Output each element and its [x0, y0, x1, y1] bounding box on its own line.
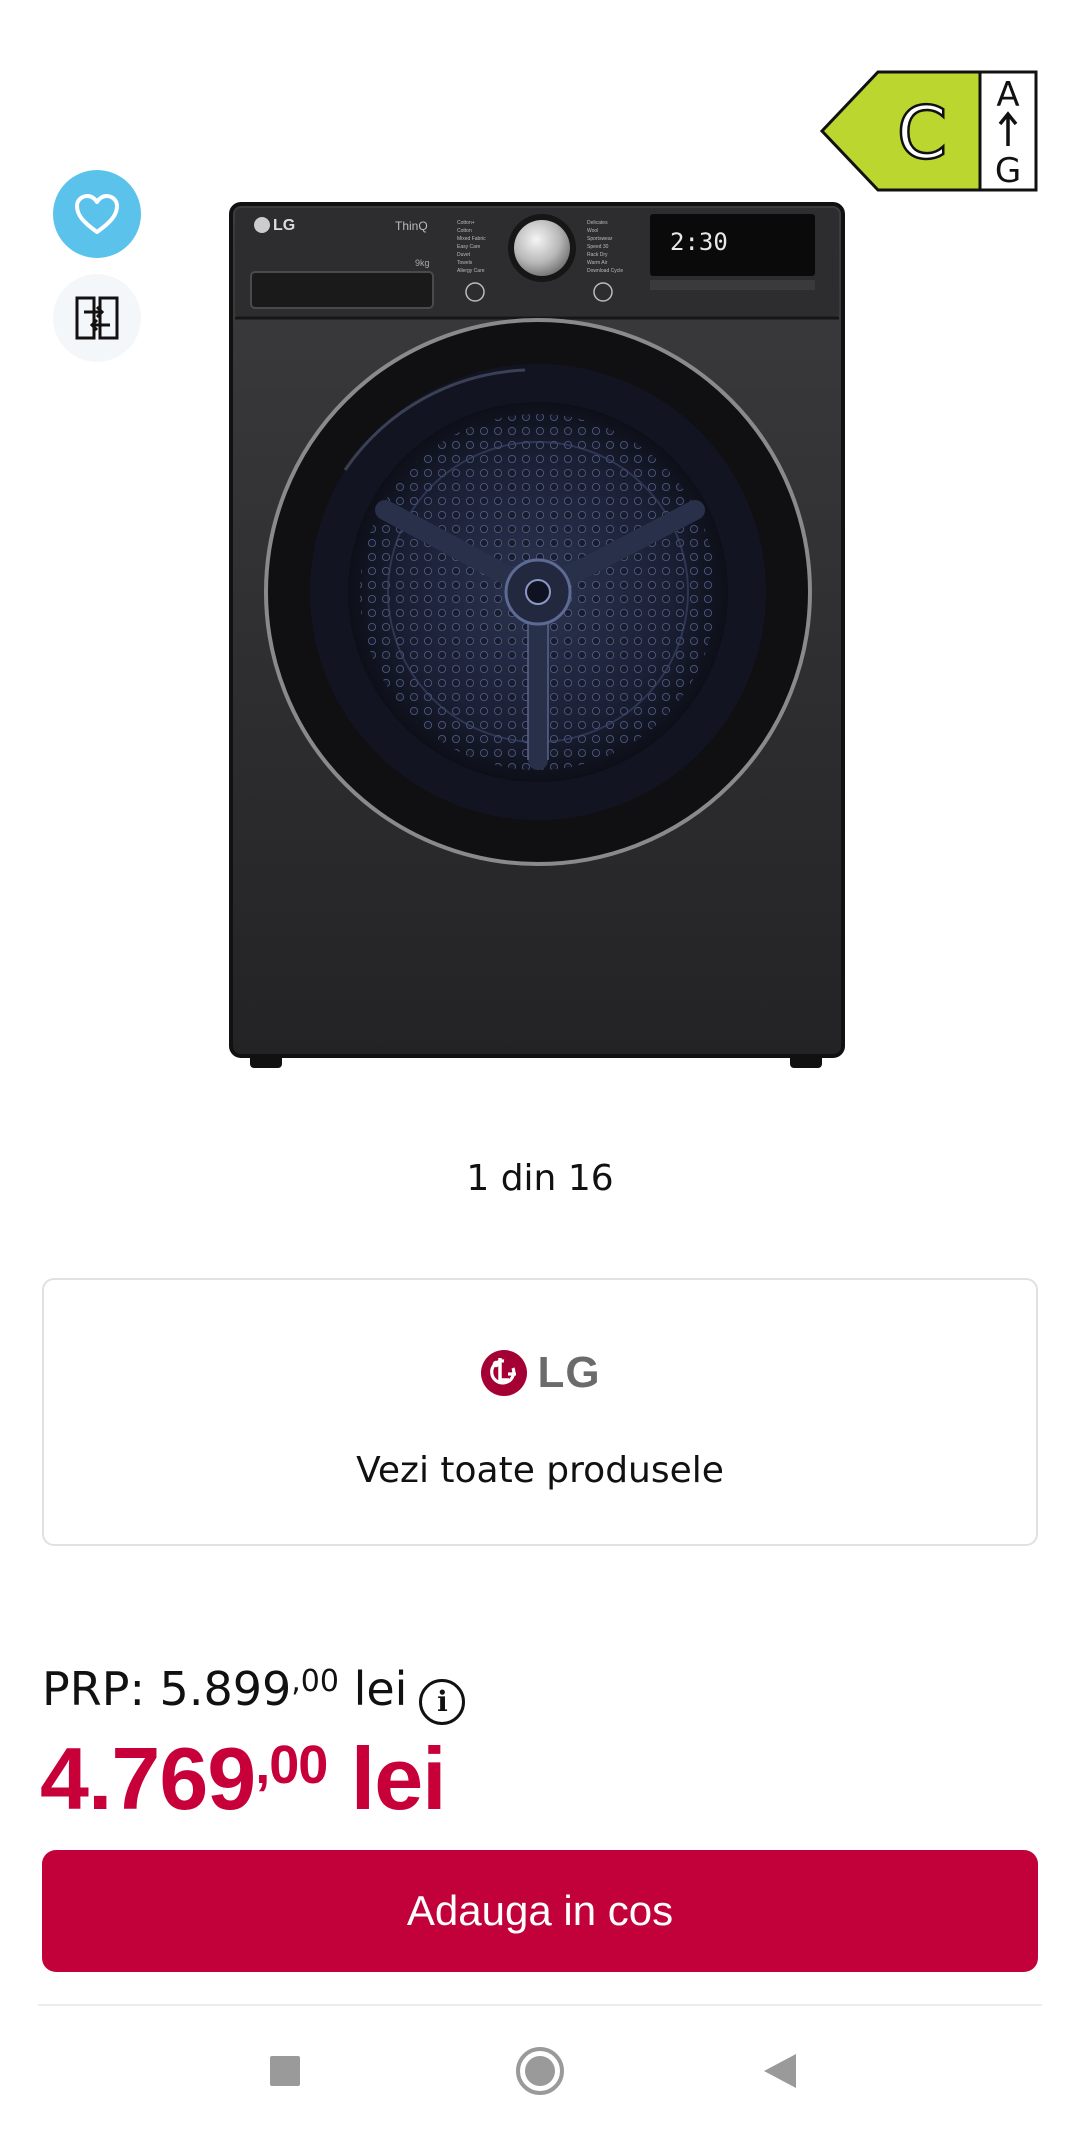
svg-text:Wool: Wool [587, 228, 598, 234]
energy-class-label[interactable]: C A G [819, 70, 1040, 192]
square-icon [270, 2055, 300, 2086]
current-price: 4.769,00 lei [40, 1728, 447, 1830]
price-amount: 4.769 [40, 1729, 256, 1828]
energy-class: C [897, 91, 947, 175]
svg-text:Towels: Towels [457, 260, 473, 266]
gallery-pager: 1 din 16 [466, 1158, 614, 1199]
svg-text:Easy Care: Easy Care [457, 244, 481, 250]
heart-icon [75, 194, 119, 234]
svg-text:Sportswear: Sportswear [587, 236, 613, 242]
svg-text:Delicates: Delicates [587, 220, 608, 226]
svg-text:Warm Air: Warm Air [587, 260, 608, 266]
add-to-cart-button[interactable]: Adauga in cos [42, 1850, 1038, 1972]
svg-text:Duvet: Duvet [457, 252, 471, 258]
energy-scale-top: A [996, 75, 1019, 115]
product-image[interactable]: LG ThinQ 9kg Cotton+ Cotton Mixed Fabric E… [225, 200, 850, 1080]
triangle-back-icon [764, 2053, 796, 2088]
price-currency: lei [327, 1729, 447, 1828]
svg-text:Cotton: Cotton [457, 228, 472, 234]
svg-text:Rack Dry: Rack Dry [587, 252, 608, 258]
prp-currency: lei [338, 1662, 408, 1716]
device-display-time: 2:30 [670, 228, 728, 256]
svg-text:Cotton+: Cotton+ [457, 220, 475, 226]
price-cents: ,00 [255, 1735, 328, 1795]
info-icon[interactable]: i [419, 1678, 466, 1725]
prp-cents: ,00 [291, 1664, 339, 1699]
favorite-button[interactable] [53, 170, 141, 258]
svg-text:Allergy Care: Allergy Care [457, 268, 485, 274]
circle-icon [516, 2046, 564, 2095]
nav-recents-button[interactable] [225, 2006, 345, 2135]
brand-card[interactable]: LG Vezi toate produsele [42, 1278, 1038, 1546]
device-brand-mark: LG [273, 217, 295, 234]
nav-home-button[interactable] [480, 2006, 600, 2135]
svg-text:Download Cycle: Download Cycle [587, 268, 623, 274]
system-nav-bar [0, 2006, 1080, 2135]
nav-back-button[interactable] [720, 2006, 840, 2135]
brand-logo: LG [44, 1348, 1036, 1398]
view-all-products-link[interactable]: Vezi toate produsele [44, 1450, 1036, 1491]
device-series: ThinQ [395, 219, 428, 233]
brand-logo-text: LG [537, 1348, 601, 1397]
svg-text:Speed 30: Speed 30 [587, 244, 609, 250]
prp-price: PRP: 5.899,00 lei i [42, 1662, 466, 1725]
compare-button[interactable] [53, 274, 141, 362]
prp-amount: PRP: 5.899 [42, 1662, 292, 1716]
device-capacity: 9kg [415, 258, 430, 268]
energy-scale-bottom: G [995, 151, 1021, 191]
compare-icon [75, 296, 119, 340]
lg-logo-icon [481, 1350, 528, 1396]
svg-text:Mixed Fabric: Mixed Fabric [457, 236, 486, 242]
